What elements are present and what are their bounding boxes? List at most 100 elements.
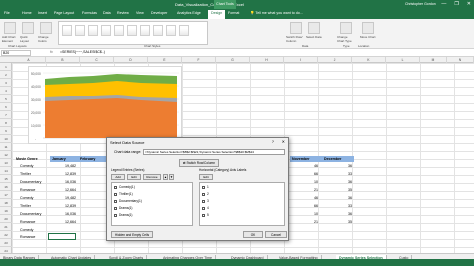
genre-cell[interactable]: Comedy bbox=[20, 164, 33, 168]
close-icon[interactable]: ✕ bbox=[282, 139, 285, 144]
minimize-icon[interactable]: — bbox=[441, 1, 446, 7]
select-data-button[interactable] bbox=[308, 22, 320, 34]
edit-series-button[interactable]: Edit bbox=[127, 174, 141, 180]
tab-data[interactable]: Data bbox=[103, 11, 111, 15]
row-header[interactable]: 5 bbox=[0, 95, 12, 103]
row-header[interactable]: 6 bbox=[0, 103, 12, 111]
value-cell[interactable]: 10 bbox=[292, 212, 318, 216]
axis-item[interactable]: 4 bbox=[202, 206, 209, 210]
active-cell[interactable] bbox=[48, 233, 76, 240]
genre-cell[interactable]: Romance bbox=[20, 220, 35, 224]
value-cell[interactable]: 36 bbox=[326, 164, 352, 168]
row-header[interactable]: 8 bbox=[0, 119, 12, 127]
month-header[interactable]: November bbox=[290, 156, 322, 162]
move-chart-button[interactable] bbox=[362, 22, 374, 34]
axis-item[interactable]: 3 bbox=[202, 199, 209, 203]
value-cell[interactable]: 21 bbox=[292, 220, 318, 224]
move-up-icon[interactable]: ▲ bbox=[163, 174, 168, 180]
add-chart-element-button[interactable] bbox=[4, 22, 16, 34]
row-header[interactable]: 23 bbox=[0, 239, 12, 247]
checkbox-icon[interactable] bbox=[202, 185, 205, 189]
genre-cell[interactable]: Thriller bbox=[20, 204, 31, 208]
tab-developer[interactable]: Developer bbox=[151, 11, 167, 15]
axis-item[interactable]: 2 bbox=[202, 192, 209, 196]
value-cell[interactable]: 35 bbox=[326, 188, 352, 192]
value-cell[interactable]: 35 bbox=[326, 220, 352, 224]
checkbox-icon[interactable] bbox=[114, 185, 117, 189]
genre-cell[interactable]: Documentary bbox=[20, 212, 41, 216]
series-item[interactable]: Drama(1) bbox=[114, 213, 132, 217]
tab-file[interactable]: File bbox=[4, 11, 10, 15]
chart-style-thumb[interactable] bbox=[179, 25, 189, 36]
genre-cell[interactable]: Documentary bbox=[20, 180, 41, 184]
row-header[interactable]: 12 bbox=[0, 151, 12, 159]
month-header[interactable]: December bbox=[322, 156, 354, 162]
checkbox-icon[interactable] bbox=[202, 213, 205, 217]
genre-cell[interactable]: Romance bbox=[20, 235, 35, 239]
value-cell[interactable]: 12,664 bbox=[50, 188, 76, 192]
value-cell[interactable]: 12,839 bbox=[50, 172, 76, 176]
hidden-empty-cells-button[interactable]: Hidden and Empty Cells bbox=[111, 231, 153, 238]
tab-view[interactable]: View bbox=[136, 11, 144, 15]
value-cell[interactable]: 66 bbox=[292, 204, 318, 208]
user-name[interactable]: Christopher Gordon bbox=[405, 2, 436, 6]
switch-row-column-button[interactable] bbox=[290, 22, 302, 34]
chart-style-thumb[interactable] bbox=[88, 25, 98, 36]
genre-cell[interactable]: Thriller bbox=[20, 172, 31, 176]
value-cell[interactable]: 16,036 bbox=[50, 180, 76, 184]
axis-item[interactable]: 1 bbox=[202, 185, 209, 189]
checkbox-icon[interactable] bbox=[114, 213, 117, 217]
tell-me-search[interactable]: 💡 Tell me what you want to do... bbox=[250, 11, 303, 15]
value-cell[interactable]: 16,036 bbox=[50, 212, 76, 216]
series-item[interactable]: Drama(1) bbox=[114, 206, 132, 210]
tab-page-layout[interactable]: Page Layout bbox=[54, 11, 74, 15]
chart-style-thumb[interactable] bbox=[114, 25, 124, 36]
row-header[interactable]: 20 bbox=[0, 215, 12, 223]
ok-button[interactable]: OK bbox=[243, 231, 263, 238]
value-cell[interactable]: 12,839 bbox=[50, 204, 76, 208]
row-header[interactable]: 4 bbox=[0, 87, 12, 95]
checkbox-icon[interactable] bbox=[114, 199, 117, 203]
row-header[interactable]: 13 bbox=[0, 159, 12, 167]
value-cell[interactable]: 33 bbox=[326, 204, 352, 208]
add-series-button[interactable]: Add bbox=[111, 174, 125, 180]
value-cell[interactable]: 46 bbox=[292, 164, 318, 168]
value-cell[interactable]: 19,482 bbox=[50, 196, 76, 200]
tab-review[interactable]: Review bbox=[117, 11, 129, 15]
help-icon[interactable]: ? bbox=[272, 139, 274, 144]
checkbox-icon[interactable] bbox=[114, 192, 117, 196]
chart-style-thumb[interactable] bbox=[62, 25, 72, 36]
row-header[interactable]: 9 bbox=[0, 127, 12, 135]
name-box[interactable]: B20 bbox=[1, 50, 31, 56]
row-header[interactable]: 15 bbox=[0, 175, 12, 183]
axis-labels-list[interactable]: 1 2 3 4 5 bbox=[199, 182, 285, 226]
row-header[interactable]: 22 bbox=[0, 231, 12, 239]
checkbox-icon[interactable] bbox=[202, 199, 205, 203]
series-item[interactable]: Thriller(1) bbox=[114, 192, 133, 196]
value-cell[interactable]: 33 bbox=[326, 172, 352, 176]
tab-home[interactable]: Home bbox=[22, 11, 32, 15]
area-series[interactable] bbox=[45, 98, 177, 138]
chart-style-thumb[interactable] bbox=[75, 25, 85, 36]
series-item[interactable]: Comedy(1) bbox=[114, 185, 135, 189]
cancel-button[interactable]: Cancel bbox=[265, 231, 287, 238]
edit-axis-button[interactable]: Edit bbox=[199, 174, 213, 180]
row-header[interactable]: 7 bbox=[0, 111, 12, 119]
checkbox-icon[interactable] bbox=[202, 192, 205, 196]
remove-series-button[interactable]: Remove bbox=[143, 174, 161, 180]
value-cell[interactable]: 36 bbox=[326, 196, 352, 200]
value-cell[interactable]: 66 bbox=[292, 172, 318, 176]
tab-format[interactable]: Format bbox=[228, 11, 239, 15]
chart-styles-gallery[interactable] bbox=[58, 21, 208, 45]
tab-design[interactable]: Design bbox=[208, 10, 226, 19]
genre-cell[interactable]: Romance bbox=[20, 188, 35, 192]
checkbox-icon[interactable] bbox=[202, 206, 205, 210]
row-header[interactable]: 14 bbox=[0, 167, 12, 175]
row-header[interactable]: 10 bbox=[0, 135, 12, 143]
fx-icon[interactable]: fx bbox=[50, 50, 53, 54]
value-cell[interactable]: 36 bbox=[326, 212, 352, 216]
change-chart-type-button[interactable] bbox=[340, 22, 352, 34]
restore-icon[interactable]: ❐ bbox=[454, 1, 458, 7]
chart-style-thumb[interactable] bbox=[140, 25, 150, 36]
tab-analytics-edge[interactable]: Analytics Edge bbox=[177, 11, 201, 15]
